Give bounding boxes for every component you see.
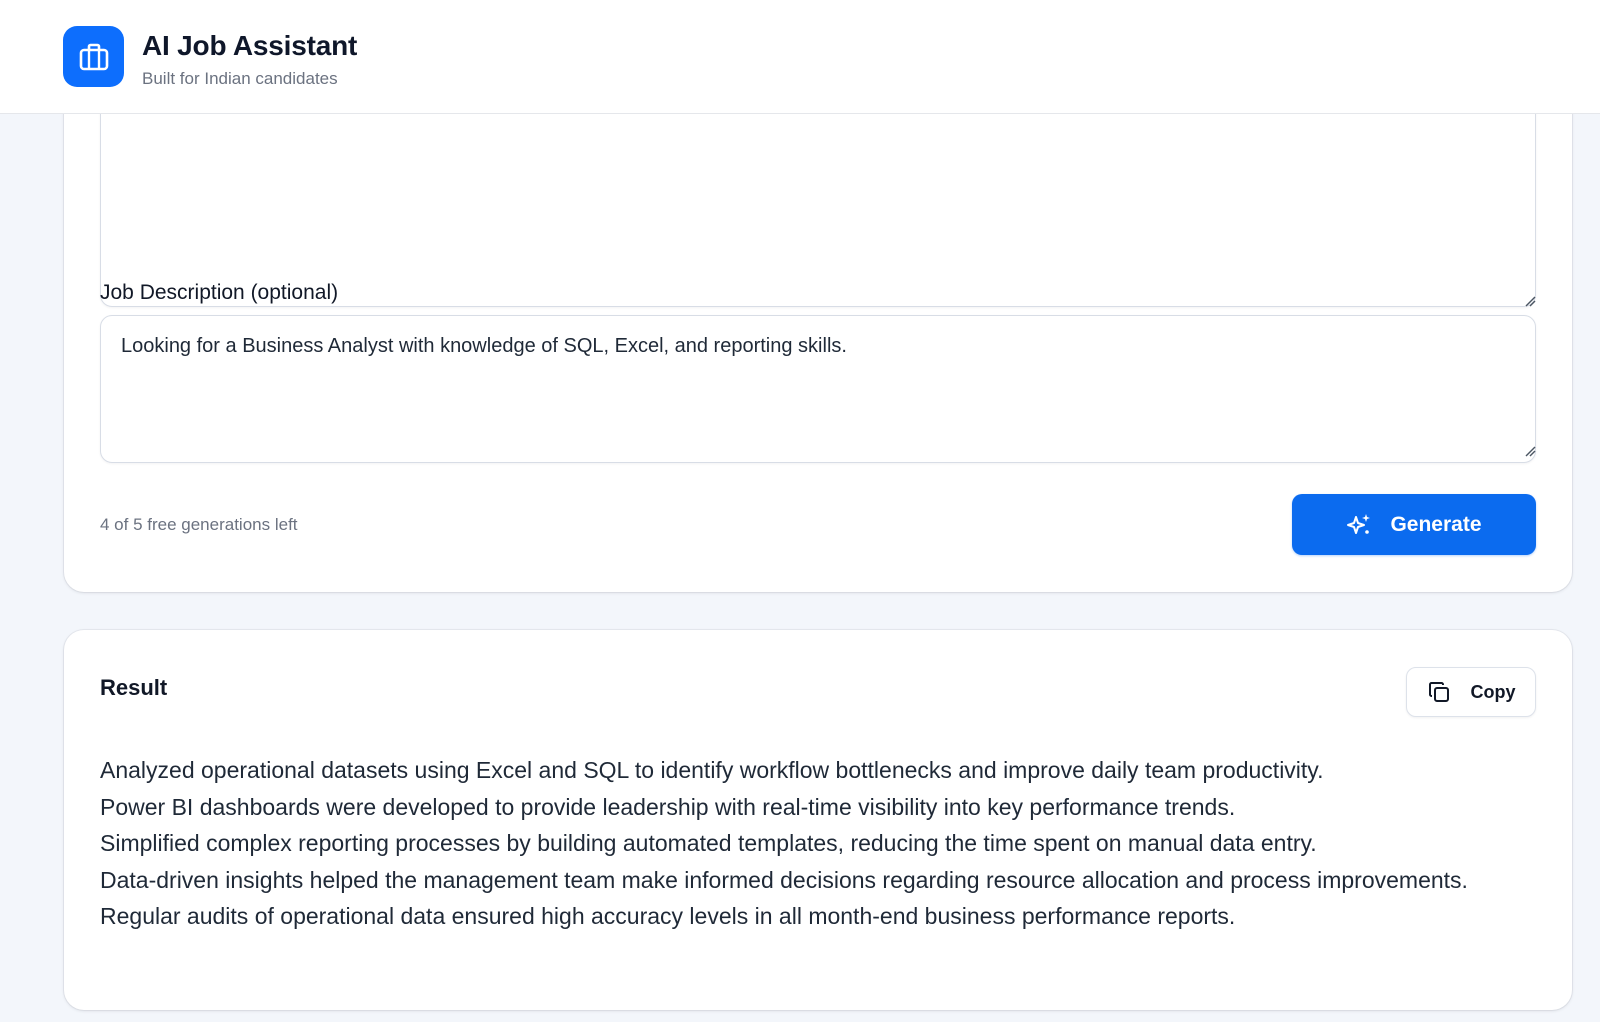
briefcase-icon bbox=[79, 43, 108, 70]
resize-handle-icon[interactable] bbox=[1524, 445, 1536, 457]
free-generations-counter: 4 of 5 free generations left bbox=[100, 515, 298, 534]
copy-icon bbox=[1428, 682, 1449, 702]
sparkles-icon bbox=[1347, 513, 1371, 534]
job-description-input[interactable]: Looking for a Business Analyst with know… bbox=[100, 315, 1536, 463]
app-title: AI Job Assistant bbox=[142, 30, 358, 61]
app-header: AI Job Assistant Built for Indian candid… bbox=[0, 0, 1600, 114]
result-line: Simplified complex reporting processes b… bbox=[100, 830, 1317, 856]
result-line: Data-driven insights helped the manageme… bbox=[100, 866, 1468, 893]
result-line: Power BI dashboards were developed to pr… bbox=[100, 793, 1236, 820]
result-line: Regular audits of operational data ensur… bbox=[100, 903, 1236, 929]
result-text: Analyzed operational datasets using Exce… bbox=[100, 752, 1520, 935]
result-card: Result Copy Analyzed operational dataset… bbox=[64, 630, 1572, 1010]
job-description-label: Job Description (optional) bbox=[100, 281, 339, 304]
result-line: Analyzed operational datasets using Exce… bbox=[100, 757, 1324, 783]
resize-handle-icon[interactable] bbox=[1524, 295, 1536, 307]
result-title: Result bbox=[100, 675, 168, 700]
generate-button-label: Generate bbox=[1390, 512, 1482, 536]
copy-button-label: Copy bbox=[1470, 681, 1516, 702]
copy-button[interactable]: Copy bbox=[1406, 667, 1536, 717]
generator-form-card: Job Description (optional) Looking for a… bbox=[64, 20, 1572, 592]
app-subtitle: Built for Indian candidates bbox=[142, 69, 338, 88]
app-logo bbox=[63, 26, 124, 87]
generate-button[interactable]: Generate bbox=[1292, 494, 1536, 555]
